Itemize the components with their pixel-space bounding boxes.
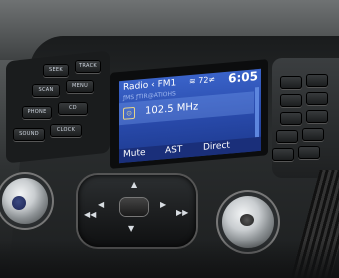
station-frequency: 102.5 MHz — [145, 101, 199, 117]
radio-icon: ⊙ — [123, 106, 135, 120]
left-arrow-icon[interactable]: ◀ — [98, 200, 104, 209]
keypad-button[interactable] — [306, 110, 328, 123]
preset-button-5[interactable]: PHONE — [22, 106, 52, 119]
lower-console-shadow — [0, 240, 339, 278]
keypad-button[interactable] — [276, 130, 298, 143]
keypad-button[interactable] — [298, 146, 320, 159]
keypad-button[interactable] — [280, 76, 302, 89]
clock-time: 6:05 — [228, 69, 258, 86]
radio-display: Radio ‹ FM1 ≋ 72≠ 6:05 ƒMS ƒTIR@ATIOHS ⊙… — [119, 68, 261, 164]
tune-knob-center — [240, 214, 254, 226]
skip-forward-icon[interactable]: ▶▶ — [176, 208, 188, 217]
softkey-ast[interactable]: AST — [165, 145, 182, 157]
keypad-button[interactable] — [302, 128, 324, 141]
down-arrow-icon[interactable]: ▼ — [128, 224, 134, 233]
right-arrow-icon[interactable]: ▶ — [160, 200, 166, 209]
preset-button-3[interactable]: SCAN — [32, 84, 60, 97]
power-icon — [12, 196, 26, 210]
preset-button-8[interactable]: CLOCK — [50, 124, 82, 137]
preset-button-6[interactable]: CD — [58, 102, 88, 115]
softkey-direct[interactable]: Direct — [203, 141, 230, 153]
preset-button-4[interactable]: MENU — [66, 80, 94, 93]
preset-button-2[interactable]: TRACK — [75, 60, 101, 73]
display-scrollbar[interactable] — [255, 86, 259, 138]
keypad-button[interactable] — [280, 94, 302, 107]
softkey-mute[interactable]: Mute — [123, 148, 146, 160]
keypad-button[interactable] — [306, 92, 328, 105]
ok-button[interactable] — [120, 198, 148, 216]
skip-back-icon[interactable]: ◀◀ — [84, 210, 96, 219]
up-arrow-icon[interactable]: ▲ — [131, 180, 137, 189]
keypad-button[interactable] — [280, 112, 302, 125]
preset-button-7[interactable]: SOUND — [13, 128, 45, 141]
preset-button-1[interactable]: SEEK — [43, 64, 69, 77]
tuner-status: ≋ 72≠ — [189, 74, 216, 87]
keypad-button[interactable] — [306, 74, 328, 87]
car-dashboard-photo: SEEK TRACK SCAN MENU PHONE CD SOUND CLOC… — [0, 0, 339, 278]
keypad-button[interactable] — [272, 148, 294, 161]
